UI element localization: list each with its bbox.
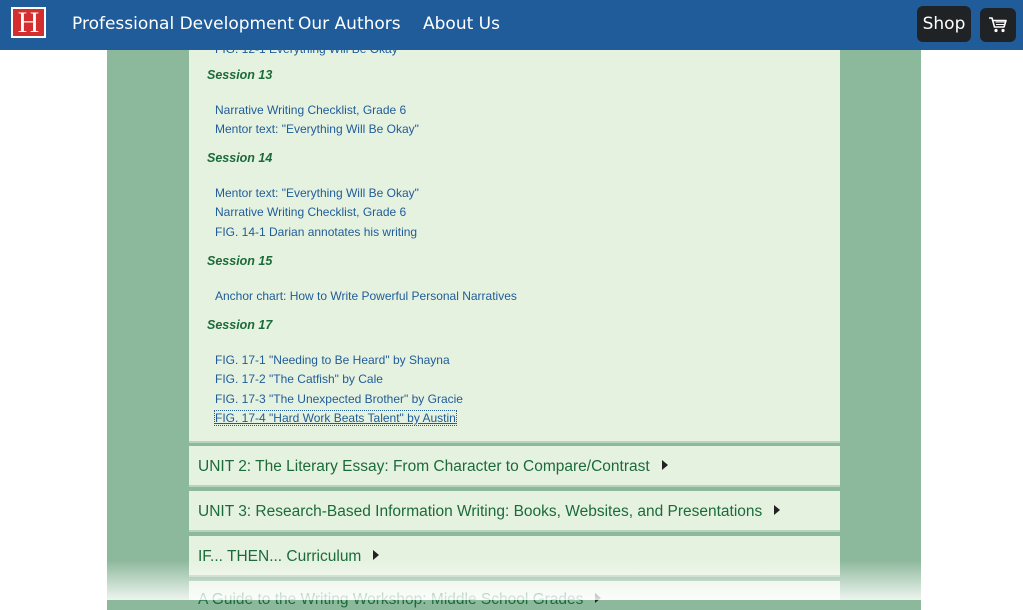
top-navigation-bar: H Professional Development Our Authors A… (0, 0, 1023, 50)
unit-title: UNIT 2: The Literary Essay: From Charact… (198, 458, 650, 475)
nav-link-our-authors[interactable]: Our Authors (298, 14, 401, 34)
session-heading: Session 15 (207, 254, 273, 268)
resource-link-focused[interactable]: FIG. 17-4 "Hard Work Beats Talent" by Au… (214, 410, 457, 426)
unit-accordion-guide[interactable]: A Guide to the Writing Workshop: Middle … (189, 581, 840, 608)
unit-title: UNIT 3: Research-Based Information Writi… (198, 503, 763, 520)
nav-link-about-us[interactable]: About Us (423, 14, 500, 34)
resource-link[interactable]: FIG. 17-2 "The Catfish" by Cale (215, 372, 383, 386)
session-heading: Session 17 (207, 318, 273, 332)
resource-link[interactable]: FIG. 17-3 "The Unexpected Brother" by Gr… (215, 392, 463, 406)
shop-button[interactable]: Shop (917, 6, 971, 42)
session-heading: Session 14 (207, 151, 273, 165)
heinemann-logo[interactable]: H (11, 7, 46, 38)
unit-accordion-if-then[interactable]: IF... THEN... Curriculum (189, 536, 840, 577)
resource-link[interactable]: Narrative Writing Checklist, Grade 6 (215, 103, 406, 117)
resource-link[interactable]: FIG. 17-1 "Needing to Be Heard" by Shayn… (215, 353, 450, 367)
resource-link[interactable]: FIG. 14-1 Darian annotates his writing (215, 225, 417, 239)
expand-arrow-icon (595, 593, 602, 603)
expanded-unit-panel: FIG. 12-1 Everything Will Be Okay Sessio… (189, 42, 840, 443)
nav-link-professional-development[interactable]: Professional Development (72, 14, 294, 34)
shopping-cart-icon (989, 17, 1007, 33)
resource-link[interactable]: Mentor text: "Everything Will Be Okay" (215, 122, 419, 136)
unit-accordion-unit-3[interactable]: UNIT 3: Research-Based Information Writi… (189, 491, 840, 532)
session-heading: Session 13 (207, 68, 273, 82)
unit-accordion-unit-2[interactable]: UNIT 2: The Literary Essay: From Charact… (189, 446, 840, 487)
cart-button[interactable] (980, 8, 1016, 42)
expand-arrow-icon (774, 505, 781, 515)
expand-arrow-icon (373, 550, 380, 560)
unit-title: IF... THEN... Curriculum (198, 548, 362, 565)
expand-arrow-icon (661, 460, 668, 470)
resource-link[interactable]: Anchor chart: How to Write Powerful Pers… (215, 289, 517, 303)
resource-link[interactable]: Narrative Writing Checklist, Grade 6 (215, 205, 406, 219)
resource-link[interactable]: Mentor text: "Everything Will Be Okay" (215, 186, 419, 200)
